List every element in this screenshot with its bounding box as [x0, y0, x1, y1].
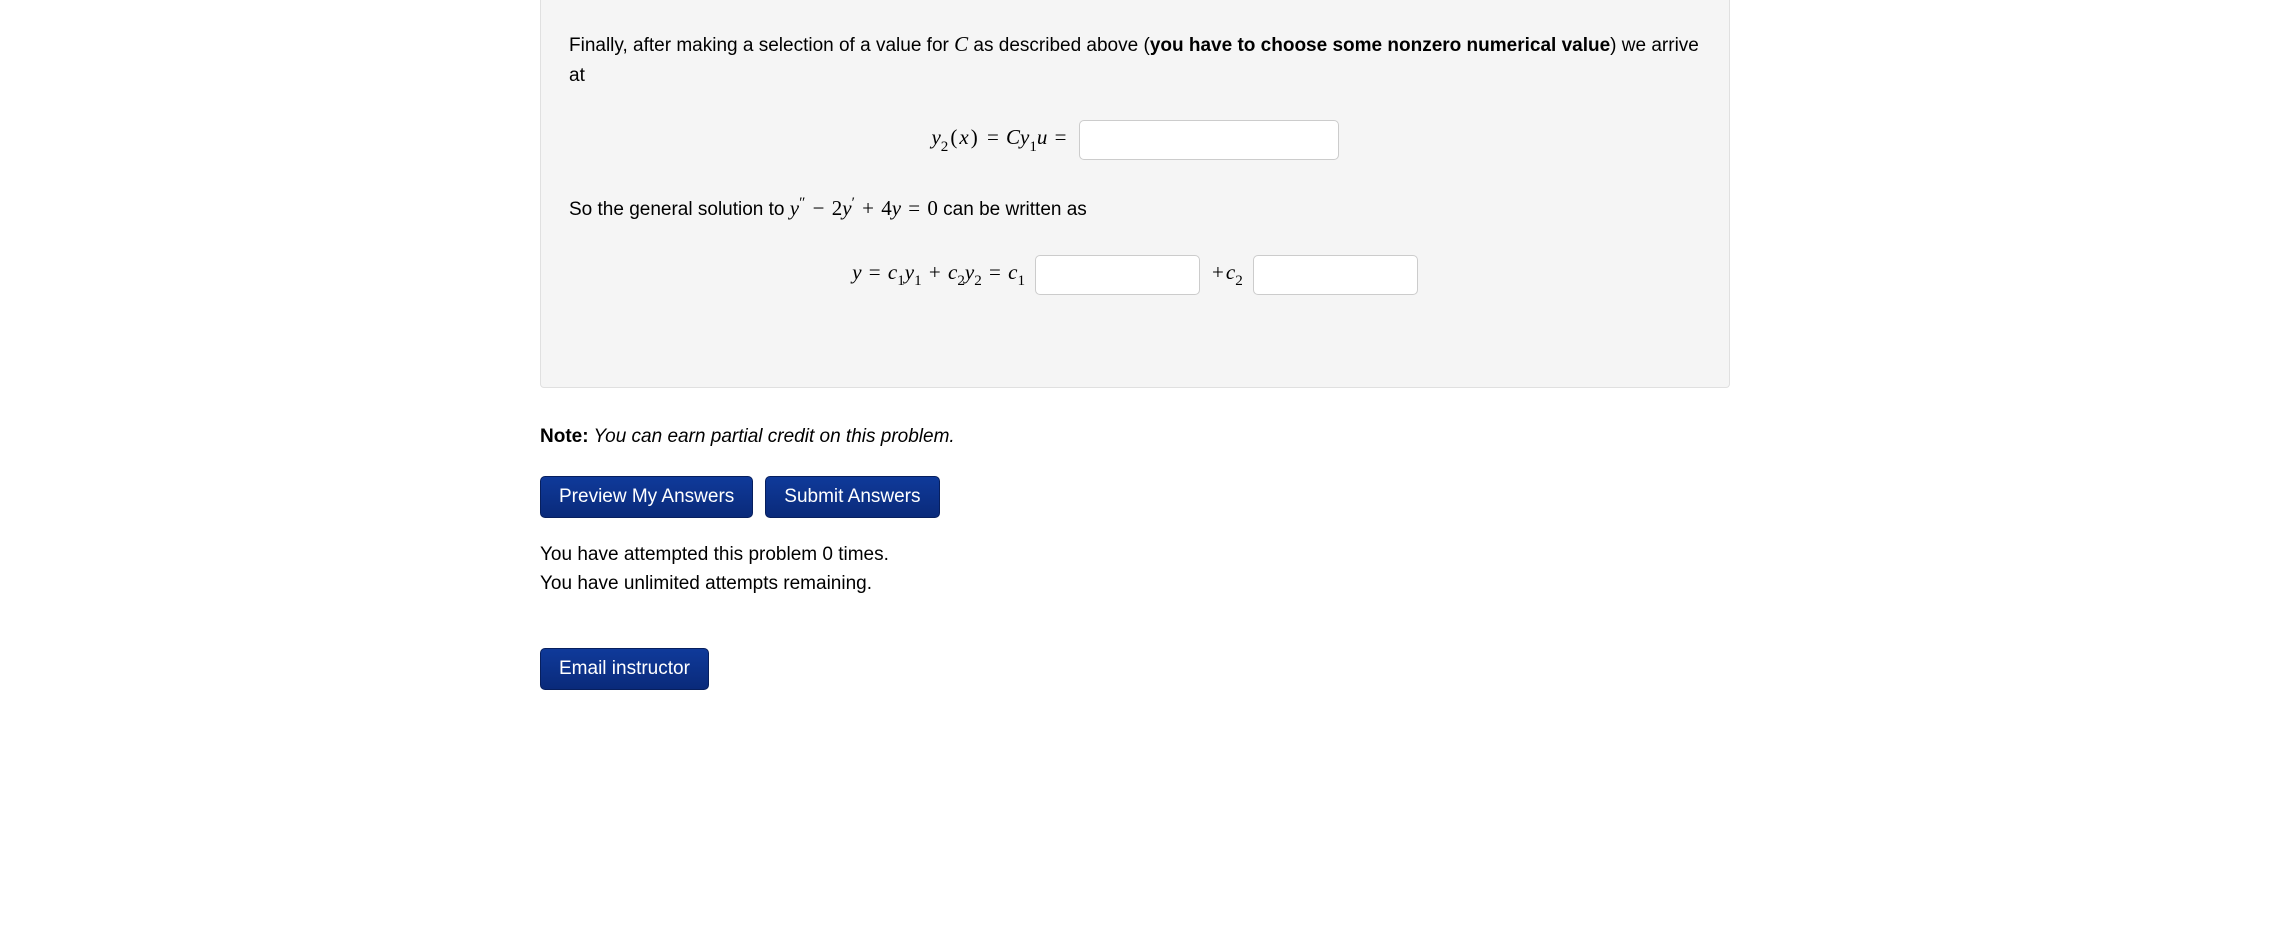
- email-instructor-button[interactable]: Email instructor: [540, 648, 709, 690]
- preview-answers-button[interactable]: Preview My Answers: [540, 476, 753, 518]
- below-box: Note: You can earn partial credit on thi…: [540, 418, 1730, 691]
- mid-text-2: can be written as: [938, 199, 1087, 220]
- note-text: You can earn partial credit on this prob…: [589, 426, 955, 447]
- attempts-line-1: You have attempted this problem 0 times.: [540, 544, 889, 565]
- equation-y2: y2(x) = Cy1u =: [569, 120, 1701, 160]
- eq1-lhs: y2(x) = Cy1u =: [931, 125, 1068, 154]
- y2-input[interactable]: [1079, 120, 1339, 160]
- mid-ode: y″ − 2y′ + 4y = 0: [790, 196, 938, 220]
- intro-text-1: Finally, after making a selection of a v…: [569, 35, 954, 56]
- intro-paragraph: Finally, after making a selection of a v…: [569, 28, 1701, 90]
- c1-input[interactable]: [1035, 255, 1200, 295]
- note-label: Note:: [540, 426, 589, 447]
- note-line: Note: You can earn partial credit on thi…: [540, 426, 1730, 448]
- problem-box: Finally, after making a selection of a v…: [540, 0, 1730, 388]
- eq2-mid: +c2: [1210, 260, 1243, 289]
- attempts-line-2: You have unlimited attempts remaining.: [540, 573, 872, 594]
- mid-text-1: So the general solution to: [569, 199, 790, 220]
- attempts-info: You have attempted this problem 0 times.…: [540, 540, 1730, 599]
- intro-bold: you have to choose some nonzero numerica…: [1150, 35, 1610, 56]
- c2-input[interactable]: [1253, 255, 1418, 295]
- eq2-lhs: y = c1y1 + c2y2 = c1: [852, 260, 1025, 289]
- equation-general: y = c1y1 + c2y2 = c1 +c2: [569, 255, 1701, 295]
- intro-text-2: as described above (: [968, 35, 1150, 56]
- mid-paragraph: So the general solution to y″ − 2y′ + 4y…: [569, 192, 1701, 225]
- symbol-C: C: [954, 32, 968, 56]
- button-row: Preview My Answers Submit Answers: [540, 476, 1730, 518]
- submit-answers-button[interactable]: Submit Answers: [765, 476, 939, 518]
- email-row: Email instructor: [540, 648, 1730, 690]
